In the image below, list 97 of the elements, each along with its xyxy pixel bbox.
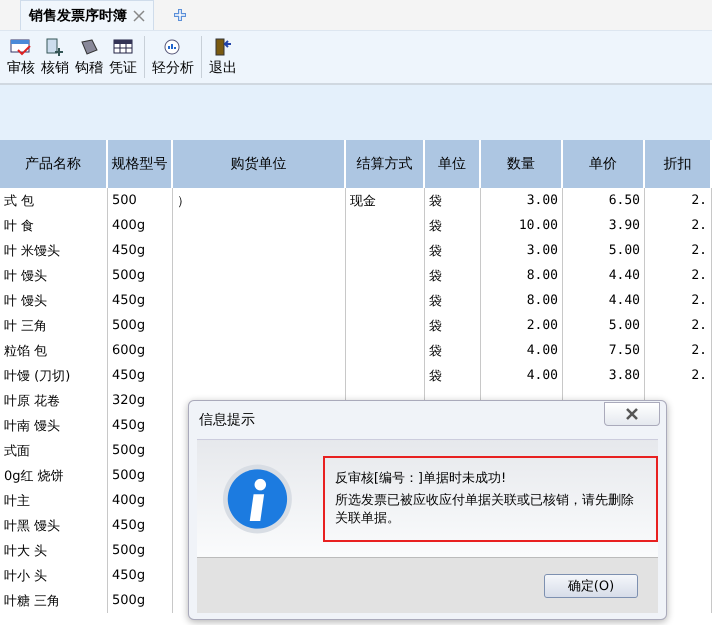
table-cell: 0g红 烧饼 (0, 463, 108, 488)
table-cell: 2. (645, 263, 712, 288)
document-icon (45, 38, 65, 56)
table-cell: 600g (108, 338, 173, 363)
table-cell: 叶南 馒头 (0, 413, 108, 438)
table-cell: 式 包 (0, 188, 108, 213)
table-cell: 3.00 (481, 188, 563, 213)
table-cell: 4.40 (563, 288, 645, 313)
toolbar-button[interactable]: 轻分析 (149, 38, 197, 76)
table-cell: 叶大 头 (0, 538, 108, 563)
toolbar-button[interactable]: 退出 (206, 38, 240, 76)
table-cell: 叶原 花卷 (0, 388, 108, 413)
table-cell: 叶黑 馒头 (0, 513, 108, 538)
table-cell: 叶主 (0, 488, 108, 513)
pen-icon (79, 38, 99, 56)
table-cell: 袋 (425, 363, 481, 388)
table-cell: 10.00 (481, 213, 563, 238)
column-header[interactable]: 结算方式 (346, 140, 425, 188)
table-cell: 袋 (425, 263, 481, 288)
table-cell: 叶 馒头 (0, 288, 108, 313)
exit-icon (213, 38, 233, 56)
column-header[interactable]: 折扣 (645, 140, 712, 188)
table-cell: 袋 (425, 188, 481, 213)
table-cell: 叶 食 (0, 213, 108, 238)
table-cell: 3.80 (563, 363, 645, 388)
table-cell: 450g (108, 513, 173, 538)
table-cell: 2. (645, 188, 712, 213)
toolbar-button[interactable]: 审核 (4, 38, 38, 76)
plus-icon[interactable] (172, 7, 188, 23)
table-cell: 5.00 (563, 238, 645, 263)
table-cell: 450g (108, 563, 173, 588)
column-header[interactable]: 购货单位 (173, 140, 346, 188)
table-cell: 8.00 (481, 288, 563, 313)
toolbar-button[interactable]: 核销 (38, 38, 72, 76)
table-cell: 袋 (425, 238, 481, 263)
ok-button[interactable]: 确定(O) (544, 574, 638, 598)
table-cell: 叶小 头 (0, 563, 108, 588)
table-cell: 袋 (425, 288, 481, 313)
table-cell: 叶馒 (刀切) (0, 363, 108, 388)
table-cell: 2.00 (481, 313, 563, 338)
table-cell: 2. (645, 338, 712, 363)
table-cell: 叶 米馒头 (0, 238, 108, 263)
toolbar-button[interactable]: 凭证 (106, 38, 140, 76)
close-icon[interactable] (133, 10, 145, 22)
table-icon (113, 38, 133, 56)
table-cell: 6.50 (563, 188, 645, 213)
table-cell: 2. (645, 313, 712, 338)
table-cell: 现金 (346, 188, 425, 213)
table-cell: 500 (108, 188, 173, 213)
table-cell: 7.50 (563, 338, 645, 363)
table-cell: 4.40 (563, 263, 645, 288)
table-cell: 4.00 (481, 363, 563, 388)
table-cell: 式面 (0, 438, 108, 463)
close-button[interactable] (604, 402, 660, 426)
close-icon (625, 408, 639, 420)
info-icon (222, 462, 293, 536)
column-header[interactable]: 产品名称 (0, 140, 108, 188)
column-header[interactable]: 单位 (425, 140, 481, 188)
toolbar-button[interactable]: 钩稽 (72, 38, 106, 76)
table-cell: 500g (108, 463, 173, 488)
table-cell: 500g (108, 588, 173, 613)
column-header[interactable]: 单价 (563, 140, 645, 188)
column-header[interactable]: 规格型号 (108, 140, 173, 188)
checklist-icon (10, 38, 32, 56)
message-text: 反审核[编号：]单据时未成功! (334, 470, 508, 488)
tab[interactable]: 销售发票序时簿 (20, 0, 154, 30)
table-cell: ） (173, 188, 346, 213)
table-cell: 叶 三角 (0, 313, 108, 338)
table-cell: 8.00 (481, 263, 563, 288)
table-cell: 450g (108, 413, 173, 438)
message-text: 所选发票已被应收应付单据关联或已核销，请先删除关联单据。 (334, 492, 635, 528)
table-cell: 袋 (425, 338, 481, 363)
table-cell: 叶糖 三角 (0, 588, 108, 613)
table-cell: 400g (108, 213, 173, 238)
table-cell: 袋 (425, 213, 481, 238)
table-cell: 500g (108, 313, 173, 338)
table-cell: 500g (108, 438, 173, 463)
table-cell: 5.00 (563, 313, 645, 338)
table-cell: 3.00 (481, 238, 563, 263)
table-cell: 3.90 (563, 213, 645, 238)
table-cell: 500g (108, 263, 173, 288)
table-cell: 320g (108, 388, 173, 413)
table-cell: 2. (645, 213, 712, 238)
table-cell: 450g (108, 238, 173, 263)
table-cell: 400g (108, 488, 173, 513)
table-cell: 2. (645, 238, 712, 263)
table-cell: 450g (108, 363, 173, 388)
table-cell: 2. (645, 288, 712, 313)
column-header[interactable]: 数量 (481, 140, 563, 188)
table-cell: 4.00 (481, 338, 563, 363)
table-cell: 袋 (425, 313, 481, 338)
dialog-title: 信息提示 (199, 411, 255, 429)
table-cell: 2. (645, 363, 712, 388)
table-cell: 粒馅 包 (0, 338, 108, 363)
table-cell: 叶 馒头 (0, 263, 108, 288)
table-cell: 450g (108, 288, 173, 313)
table-cell: 500g (108, 538, 173, 563)
